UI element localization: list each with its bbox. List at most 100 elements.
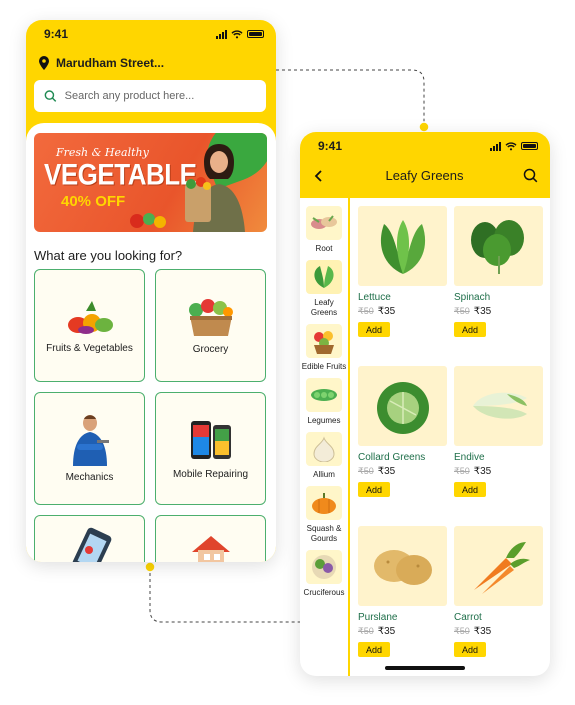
- cruciferous-vegetables-icon: [312, 555, 336, 579]
- product-card[interactable]: Spinach ₹50 ₹35 Add: [454, 206, 543, 356]
- original-price: ₹50: [358, 626, 374, 636]
- status-bar: 9:41: [300, 132, 550, 160]
- category-mobile-repairing[interactable]: Mobile Repairing: [155, 392, 266, 505]
- product-name: Purslane: [358, 612, 398, 623]
- section-title: What are you looking for?: [34, 248, 183, 263]
- original-price: ₹50: [454, 306, 470, 316]
- original-price: ₹50: [358, 306, 374, 316]
- banner-discount: 40% OFF: [61, 193, 126, 210]
- endive-image: [454, 366, 543, 446]
- product-name: Endive: [454, 452, 485, 463]
- sidebar-label: Legumes: [307, 416, 341, 425]
- category-label: Mobile Repairing: [172, 469, 249, 480]
- sidebar-item-squash-gourds[interactable]: Squash & Gourds: [300, 486, 348, 544]
- product-grid: Lettuce ₹50 ₹35 Add Spinach ₹50 ₹35 Add Co…: [350, 198, 550, 676]
- collard-greens-image: [358, 366, 447, 446]
- sale-price: ₹35: [377, 466, 396, 477]
- add-button[interactable]: Add: [454, 642, 486, 657]
- grocery-box-icon: [188, 299, 233, 336]
- home-content: Fresh & Healthy VEGETABLE 40% OFF What a…: [26, 123, 276, 562]
- root-vegetables-icon: [311, 215, 337, 229]
- sale-price: ₹35: [473, 626, 492, 637]
- promo-banner[interactable]: Fresh & Healthy VEGETABLE 40% OFF: [34, 133, 267, 232]
- lettuce-icon: [380, 220, 425, 274]
- product-name: Spinach: [454, 292, 491, 303]
- location-label: Marudham Street...: [56, 56, 165, 70]
- leafy-greens-icon: [314, 266, 334, 288]
- home-header: 9:41 Marudham Street...: [26, 20, 276, 128]
- product-price: ₹50 ₹35: [454, 626, 543, 637]
- back-arrow-icon[interactable]: [312, 169, 326, 183]
- category-sidebar: Root Leafy Greens Edible Fruits Legumes: [300, 198, 350, 676]
- search-icon[interactable]: [523, 168, 538, 183]
- mobile-phone-icon: [190, 421, 231, 459]
- add-button[interactable]: Add: [358, 482, 390, 497]
- product-card[interactable]: Lettuce ₹50 ₹35 Add: [358, 206, 447, 356]
- leafy-greens-thumb: [306, 260, 342, 294]
- sidebar-item-root[interactable]: Root: [300, 206, 348, 254]
- product-name: Collard Greens: [358, 452, 426, 463]
- sidebar-item-legumes[interactable]: Legumes: [300, 378, 348, 426]
- sidebar-item-edible-fruits[interactable]: Edible Fruits: [300, 324, 348, 372]
- cabbage-icon: [376, 382, 429, 434]
- category-fruits-vegetables[interactable]: Fruits & Vegetables: [34, 269, 145, 382]
- spinach-icon: [470, 220, 524, 274]
- sidebar-item-cruciferous[interactable]: Cruciferous: [300, 550, 348, 598]
- original-price: ₹50: [454, 466, 470, 476]
- add-button[interactable]: Add: [454, 322, 486, 337]
- home-indicator[interactable]: [385, 666, 465, 670]
- spinach-image: [454, 206, 543, 286]
- location-selector[interactable]: Marudham Street...: [26, 48, 276, 70]
- vegetables-illustration: [130, 213, 166, 228]
- carrot-image: [454, 526, 543, 606]
- nav-bar: Leafy Greens: [300, 160, 550, 183]
- cruciferous-thumb: [306, 550, 342, 584]
- potato-icon: [373, 550, 432, 585]
- add-button[interactable]: Add: [358, 322, 390, 337]
- sidebar-label: Leafy Greens: [310, 298, 338, 317]
- add-button[interactable]: Add: [454, 482, 486, 497]
- original-price: ₹50: [454, 626, 470, 636]
- search-bar[interactable]: [34, 80, 266, 112]
- cellular-signal-icon: [216, 29, 227, 39]
- product-price: ₹50 ₹35: [454, 306, 543, 317]
- category-mechanics[interactable]: Mechanics: [34, 392, 145, 505]
- product-name: Carrot: [454, 612, 482, 623]
- product-card[interactable]: Endive ₹50 ₹35 Add: [454, 366, 543, 516]
- sidebar-label: Root: [315, 244, 333, 253]
- purslane-image: [358, 526, 447, 606]
- category-label: Grocery: [192, 344, 229, 355]
- product-card[interactable]: Collard Greens ₹50 ₹35 Add: [358, 366, 447, 516]
- allium-thumb: [306, 432, 342, 466]
- category-home-services[interactable]: [155, 515, 266, 562]
- product-card[interactable]: Purslane ₹50 ₹35 Add: [358, 526, 447, 676]
- product-price: ₹50 ₹35: [454, 466, 543, 477]
- battery-icon: [521, 142, 538, 150]
- endive-icon: [472, 392, 527, 419]
- product-price: ₹50 ₹35: [358, 306, 447, 317]
- category-label: Mechanics: [65, 472, 114, 483]
- category-navigation[interactable]: [34, 515, 145, 562]
- battery-icon: [247, 30, 264, 38]
- product-card[interactable]: Carrot ₹50 ₹35 Add: [454, 526, 543, 676]
- product-name: Lettuce: [358, 292, 391, 303]
- listing-screen: 9:41 Leafy Greens Root Leafy Greens Edib…: [300, 132, 550, 676]
- sidebar-item-allium[interactable]: Allium: [300, 432, 348, 480]
- sale-price: ₹35: [377, 626, 396, 637]
- squash-gourds-thumb: [306, 486, 342, 520]
- search-icon: [44, 90, 57, 102]
- search-input[interactable]: [64, 90, 256, 102]
- sidebar-item-leafy-greens[interactable]: Leafy Greens: [300, 260, 348, 318]
- wifi-icon: [505, 141, 517, 150]
- root-vegetables-thumb: [306, 206, 342, 240]
- sidebar-label: Squash & Gourds: [306, 524, 342, 543]
- category-label: Fruits & Vegetables: [46, 343, 133, 354]
- phone-map-icon: [72, 527, 111, 562]
- lettuce-image: [358, 206, 447, 286]
- home-screen: 9:41 Marudham Street... Fresh & Healthy …: [26, 20, 276, 562]
- category-grocery[interactable]: Grocery: [155, 269, 266, 382]
- shopper-woman-illustration: [185, 144, 245, 232]
- add-button[interactable]: Add: [358, 642, 390, 657]
- sidebar-label: Edible Fruits: [301, 362, 347, 371]
- garlic-icon: [313, 436, 335, 462]
